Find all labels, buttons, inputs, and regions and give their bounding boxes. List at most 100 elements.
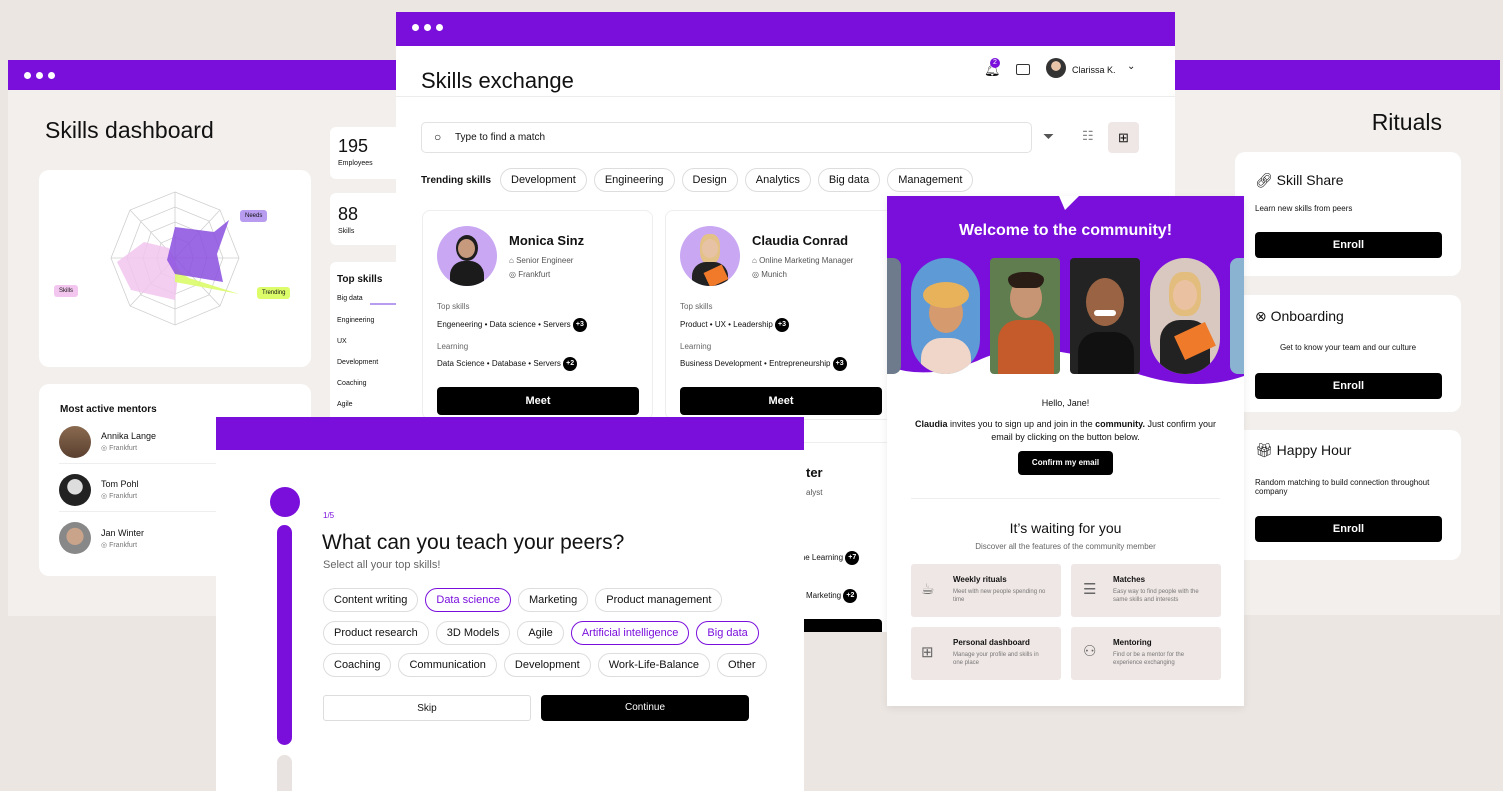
skill-chip-row: Product research 3D Models Agile Artific… [323, 621, 759, 645]
invite-text-bold: community. [1095, 419, 1145, 429]
notification-badge: 2 [990, 58, 1000, 68]
skill-chip[interactable]: Marketing [517, 588, 589, 612]
profile-name: Monica Sinz [509, 233, 585, 248]
avatar [59, 473, 91, 506]
trending-chip[interactable]: Engineering [593, 168, 675, 192]
avatar [59, 522, 91, 554]
search-placeholder: Type to find a match [455, 132, 546, 143]
user-name[interactable]: Clarissa K. [1072, 65, 1116, 75]
skill-chip[interactable]: Other [717, 653, 767, 677]
trending-chip[interactable]: Design [681, 168, 738, 192]
top-skill-item: UX [337, 338, 347, 345]
skill-chip[interactable]: Agile [517, 621, 564, 645]
more-badge: +2 [843, 589, 858, 603]
waiting-subtitle: Discover all the features of the communi… [975, 542, 1156, 551]
enroll-button[interactable]: Enroll [1255, 516, 1442, 542]
feature-title: Matches [1113, 575, 1146, 584]
skill-chip-selected[interactable]: Big data [696, 621, 759, 645]
trending-chip[interactable]: Big data [817, 168, 881, 192]
trending-chips: Development Engineering Design Analytics… [500, 168, 974, 192]
avatar [59, 425, 91, 458]
window-titlebar [1160, 60, 1500, 90]
more-badge: +3 [572, 318, 587, 332]
feature-card: ⚇ Mentoring Find or be a mentor for the … [1071, 627, 1221, 680]
more-badge: +3 [832, 357, 847, 371]
ritual-desc: Learn new skills from peers [1255, 204, 1353, 213]
skill-chip[interactable]: Communication [398, 653, 497, 677]
more-badge: +2 [563, 357, 578, 371]
list-view-icon[interactable]: ☷ [1082, 128, 1094, 144]
community-photo [1150, 258, 1220, 374]
window-dots [24, 72, 55, 79]
skill-chip[interactable]: Content writing [323, 588, 419, 612]
enroll-button[interactable]: Enroll [1255, 373, 1442, 399]
meet-button[interactable]: Meet [680, 387, 882, 415]
confirm-email-button[interactable]: Confirm my email [1018, 451, 1113, 475]
skill-chip[interactable]: Coaching [323, 653, 392, 677]
skill-chip[interactable]: 3D Models [435, 621, 511, 645]
waiting-title: It’s waiting for you [1009, 520, 1122, 536]
header-divider [396, 96, 1175, 97]
welcome-email: Welcome to the community! Hello, Jane! C… [887, 196, 1244, 706]
mentor-location: Frankfurt [109, 541, 138, 549]
skill-chip-selected[interactable]: Data science [425, 588, 511, 612]
question-subtitle: Select all your top skills! [323, 559, 441, 571]
skip-button[interactable]: Skip [323, 695, 531, 721]
ritual-card-skill-share: 🔗︎ Skill Share Learn new skills from pee… [1235, 152, 1461, 276]
search-input[interactable]: ○ Type to find a match [421, 122, 1032, 153]
skill-chip[interactable]: Product research [323, 621, 429, 645]
grid-view-icon[interactable]: ⊞ [1108, 122, 1139, 153]
continue-button[interactable]: Continue [541, 695, 749, 721]
mentor-location: Frankfurt [109, 493, 138, 500]
meet-button[interactable]: Meet [437, 387, 639, 415]
feature-desc: Find or be a mentor for the experience e… [1113, 652, 1185, 666]
profile-photo [437, 226, 497, 286]
skill-chip[interactable]: Development [503, 653, 591, 677]
profile-role: Senior Engineer [516, 256, 574, 265]
radar-series-needs [167, 220, 229, 282]
ritual-title: Onboarding [1270, 308, 1344, 324]
trending-chip[interactable]: Management [887, 168, 974, 192]
dashboard-icon: ⊞ [921, 644, 934, 661]
trending-chip[interactable]: Development [500, 168, 587, 192]
top-skill-item: Coaching [337, 380, 367, 387]
window-dots [412, 24, 443, 31]
mentor-name: Annika Lange [101, 431, 157, 441]
chat-icon[interactable] [1016, 64, 1030, 75]
learning-label: Learning [437, 342, 469, 351]
ritual-title: Happy Hour [1276, 442, 1352, 458]
top-skill-item: Development [337, 359, 379, 366]
filter-icon[interactable]: ⏷ [1043, 128, 1054, 145]
chevron-down-icon[interactable]: ⌄ [1127, 61, 1135, 72]
profile-top-skills: Engeneering • Data science • Servers [437, 320, 571, 330]
invite-text: Claudia invites you to sign up and join … [909, 418, 1222, 444]
question-title: What can you teach your peers? [322, 531, 625, 554]
profile-role: Online Marketing Manager [759, 256, 854, 265]
radar-label-needs: Needs [240, 210, 268, 222]
dashboard-title: Skills dashboard [45, 117, 214, 143]
trending-chip[interactable]: Analytics [744, 168, 811, 192]
briefcase-icon: ⌂ [509, 256, 517, 265]
skills-label: Skills [338, 228, 355, 235]
greeting: Hello, Jane! [1041, 398, 1090, 408]
learning-label: Learning [680, 342, 712, 351]
community-photo [887, 258, 901, 374]
feature-title: Weekly rituals [953, 575, 1007, 584]
community-photo [911, 258, 980, 374]
skill-chip-selected[interactable]: Artificial intelligence [570, 621, 690, 645]
skills-radar-chart [110, 191, 240, 326]
inviter-name: Claudia [915, 419, 948, 429]
radar-chart-card: Needs Trending Skills [39, 170, 311, 367]
welcome-title: Welcome to the community! [958, 222, 1173, 239]
enroll-button[interactable]: Enroll [1255, 232, 1442, 258]
lines-icon: ☰ [1083, 581, 1097, 598]
profile-learning: Data Science • Database • Servers [437, 359, 561, 369]
profile-location: Munich [761, 270, 787, 279]
feature-desc: Easy way to find people with the same sk… [1113, 589, 1199, 603]
avatar[interactable] [1046, 58, 1066, 78]
top-skills-label: Top skills [680, 302, 713, 311]
skill-chip[interactable]: Product management [595, 588, 723, 612]
search-icon: ○ [434, 130, 442, 144]
skill-chip[interactable]: Work-Life-Balance [597, 653, 711, 677]
location-pin-icon: ◎ [509, 270, 519, 279]
